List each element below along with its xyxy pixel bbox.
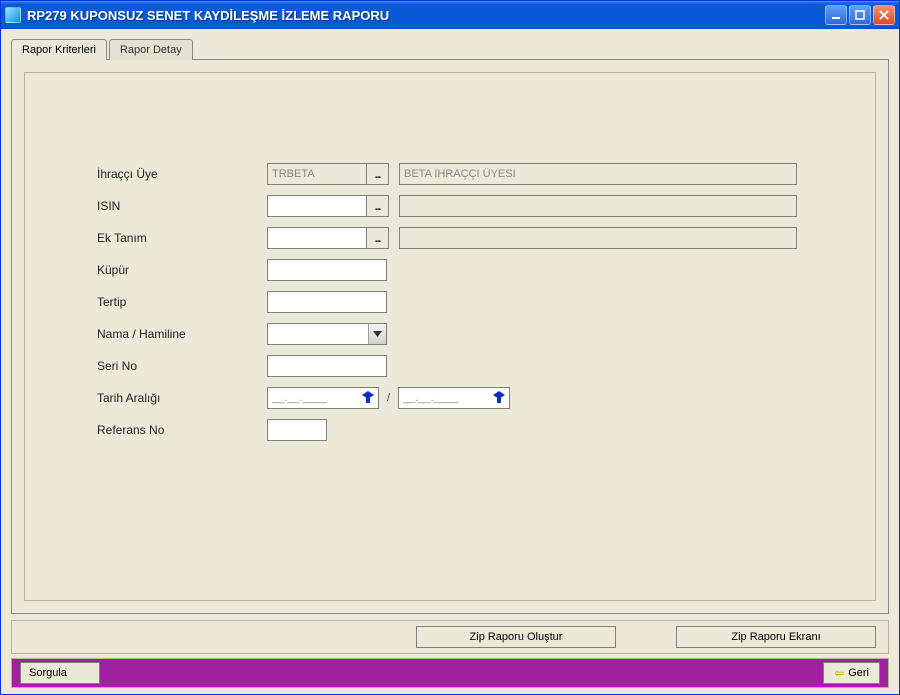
nama-selected-value <box>268 324 368 344</box>
sorgula-button[interactable]: Sorgula <box>20 662 100 684</box>
date-to-field[interactable]: __.__.____ <box>398 387 510 409</box>
date-to-text: __.__.____ <box>399 392 489 404</box>
tab-panel: İhraççı Üye ... ISIN ... Ek Tanım ... <box>11 59 889 614</box>
close-button[interactable] <box>873 5 895 25</box>
ektanim-lookup-button[interactable]: ... <box>367 227 389 249</box>
ihracci-lookup-button[interactable]: ... <box>367 163 389 185</box>
label-tarih: Tarih Aralığı <box>97 391 267 405</box>
referans-input[interactable] <box>267 419 327 441</box>
row-referans: Referans No <box>97 414 845 446</box>
isin-code-input[interactable] <box>267 195 367 217</box>
ihracci-code-input[interactable] <box>267 163 367 185</box>
date-range: __.__.____ / __.__.____ <box>267 387 510 409</box>
row-ektanim: Ek Tanım ... <box>97 222 845 254</box>
row-isin: ISIN ... <box>97 190 845 222</box>
row-tertip: Tertip <box>97 286 845 318</box>
geri-label: Geri <box>848 667 869 679</box>
tab-criteria[interactable]: Rapor Kriterleri <box>11 39 107 60</box>
back-arrow-icon: ⇦ <box>834 666 844 680</box>
ellipsis-icon: ... <box>375 170 380 181</box>
title-bar: RP279 KUPONSUZ SENET KAYDİLEŞME İZLEME R… <box>1 1 899 29</box>
window-controls <box>825 5 895 25</box>
close-icon <box>879 10 889 20</box>
zip-create-button[interactable]: Zip Raporu Oluştur <box>416 626 616 648</box>
label-tertip: Tertip <box>97 295 267 309</box>
date-from-field[interactable]: __.__.____ <box>267 387 379 409</box>
zip-screen-button[interactable]: Zip Raporu Ekranı <box>676 626 876 648</box>
serino-input[interactable] <box>267 355 387 377</box>
app-icon <box>5 7 21 23</box>
kupur-input[interactable] <box>267 259 387 281</box>
calendar-icon[interactable] <box>489 388 509 408</box>
ektanim-desc-input <box>399 227 797 249</box>
maximize-button[interactable] <box>849 5 871 25</box>
isin-lookup-button[interactable]: ... <box>367 195 389 217</box>
isin-desc-input <box>399 195 797 217</box>
footer-toolbar: Zip Raporu Oluştur Zip Raporu Ekranı <box>11 620 889 654</box>
row-tarih: Tarih Aralığı __.__.____ / __.__.____ <box>97 382 845 414</box>
label-ektanim: Ek Tanım <box>97 231 267 245</box>
geri-button[interactable]: ⇦ Geri <box>823 662 880 684</box>
tab-detail[interactable]: Rapor Detay <box>109 39 193 60</box>
label-referans: Referans No <box>97 423 267 437</box>
row-serino: Seri No <box>97 350 845 382</box>
criteria-frame: İhraççı Üye ... ISIN ... Ek Tanım ... <box>24 72 876 601</box>
nama-select[interactable] <box>267 323 387 345</box>
app-window: RP279 KUPONSUZ SENET KAYDİLEŞME İZLEME R… <box>0 0 900 695</box>
tertip-input[interactable] <box>267 291 387 313</box>
label-kupur: Küpür <box>97 263 267 277</box>
status-bar: Sorgula ⇦ Geri <box>11 658 889 688</box>
calendar-icon[interactable] <box>358 388 378 408</box>
client-area: Rapor Kriterleri Rapor Detay İhraççı Üye… <box>1 29 899 694</box>
window-title: RP279 KUPONSUZ SENET KAYDİLEŞME İZLEME R… <box>27 8 825 23</box>
ektanim-code-input[interactable] <box>267 227 367 249</box>
ellipsis-icon: ... <box>375 234 380 245</box>
row-kupur: Küpür <box>97 254 845 286</box>
minimize-button[interactable] <box>825 5 847 25</box>
row-nama: Nama / Hamiline <box>97 318 845 350</box>
tabs-row: Rapor Kriterleri Rapor Detay <box>11 35 889 59</box>
label-nama: Nama / Hamiline <box>97 327 267 341</box>
label-isin: ISIN <box>97 199 267 213</box>
ellipsis-icon: ... <box>375 202 380 213</box>
date-from-text: __.__.____ <box>268 392 358 404</box>
minimize-icon <box>831 10 841 20</box>
date-separator: / <box>387 392 390 404</box>
row-ihracci: İhraççı Üye ... <box>97 158 845 190</box>
label-ihracci: İhraççı Üye <box>97 167 267 181</box>
label-serino: Seri No <box>97 359 267 373</box>
chevron-down-icon <box>368 324 386 344</box>
maximize-icon <box>855 10 865 20</box>
ihracci-desc-input <box>399 163 797 185</box>
